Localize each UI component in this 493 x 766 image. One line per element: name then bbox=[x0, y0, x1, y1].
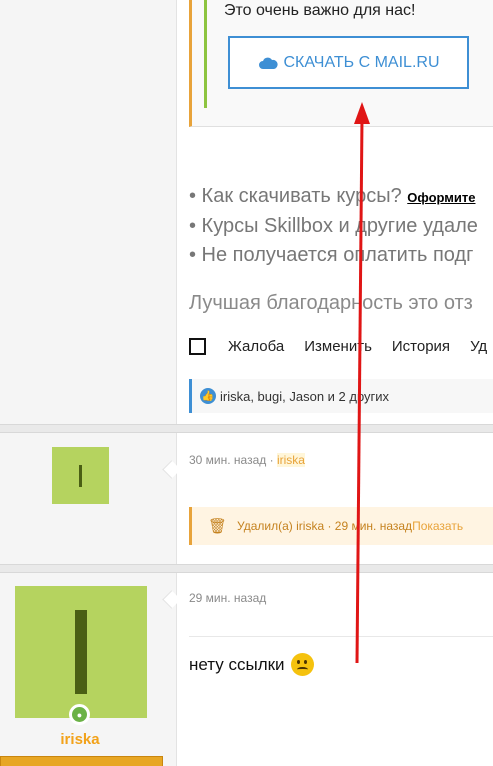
avatar[interactable] bbox=[15, 586, 147, 718]
like-icon: 👍 bbox=[200, 388, 216, 404]
quote-inner: Это очень важно для нас! СКАЧАТЬ С MAIL.… bbox=[204, 0, 493, 108]
bullet-text: • Как скачивать курсы? bbox=[189, 185, 402, 207]
download-mailru-button[interactable]: СКАЧАТЬ С MAIL.RU bbox=[228, 36, 469, 89]
reactions-text[interactable]: iriska, bugi, Jason и 2 других bbox=[220, 389, 389, 404]
cloud-icon bbox=[258, 57, 278, 69]
thanks-text: Лучшая благодарность это отз bbox=[189, 292, 473, 314]
post-time[interactable]: 29 мин. назад bbox=[189, 591, 266, 605]
history-link[interactable]: История bbox=[392, 338, 450, 355]
bullet-list: • Как скачивать курсы? Оформите • Курсы … bbox=[189, 182, 478, 270]
show-link[interactable]: Показать bbox=[412, 519, 463, 533]
bullet-item[interactable]: • Курсы Skillbox и другие удале bbox=[189, 212, 478, 241]
quote-text: Это очень важно для нас! bbox=[224, 2, 416, 19]
bullet-link[interactable]: Оформите bbox=[407, 190, 475, 205]
message-body: нету ссылки bbox=[189, 653, 314, 676]
divider bbox=[189, 636, 493, 637]
deleted-notice: 🗑 Удалил(а) iriska · 29 мин. назад Показ… bbox=[189, 507, 493, 545]
avatar[interactable] bbox=[52, 447, 109, 504]
bullet-item[interactable]: • Как скачивать курсы? Оформите bbox=[189, 182, 478, 212]
bullet-item[interactable]: • Не получается оплатить подг bbox=[189, 241, 478, 270]
username[interactable]: iriska bbox=[0, 731, 160, 748]
post-actions: Жалоба Изменить История Уд bbox=[189, 338, 493, 355]
message-text: нету ссылки bbox=[189, 654, 285, 674]
post-meta: 30 мин. назад · iriska bbox=[189, 453, 305, 467]
select-checkbox[interactable] bbox=[189, 338, 206, 355]
reactions-bar[interactable]: 👍 iriska, bugi, Jason и 2 других bbox=[189, 379, 493, 413]
post-user[interactable]: iriska bbox=[276, 453, 305, 467]
quote-block: Это очень важно для нас! СКАЧАТЬ С MAIL.… bbox=[189, 0, 493, 127]
download-label: СКАЧАТЬ С MAIL.RU bbox=[283, 53, 440, 71]
user-badge bbox=[0, 756, 163, 766]
edit-link[interactable]: Изменить bbox=[304, 338, 372, 355]
post-separator bbox=[0, 424, 493, 433]
more-link[interactable]: Уд bbox=[470, 338, 487, 355]
trash-icon: 🗑 bbox=[208, 518, 228, 535]
post-time[interactable]: 30 мин. назад · bbox=[189, 453, 277, 467]
report-link[interactable]: Жалоба bbox=[228, 338, 284, 355]
post-separator bbox=[0, 564, 493, 573]
online-status-icon: ● bbox=[69, 704, 90, 725]
sad-face-icon bbox=[290, 653, 314, 676]
deleted-text: Удалил(а) iriska · 29 мин. назад bbox=[237, 519, 413, 533]
